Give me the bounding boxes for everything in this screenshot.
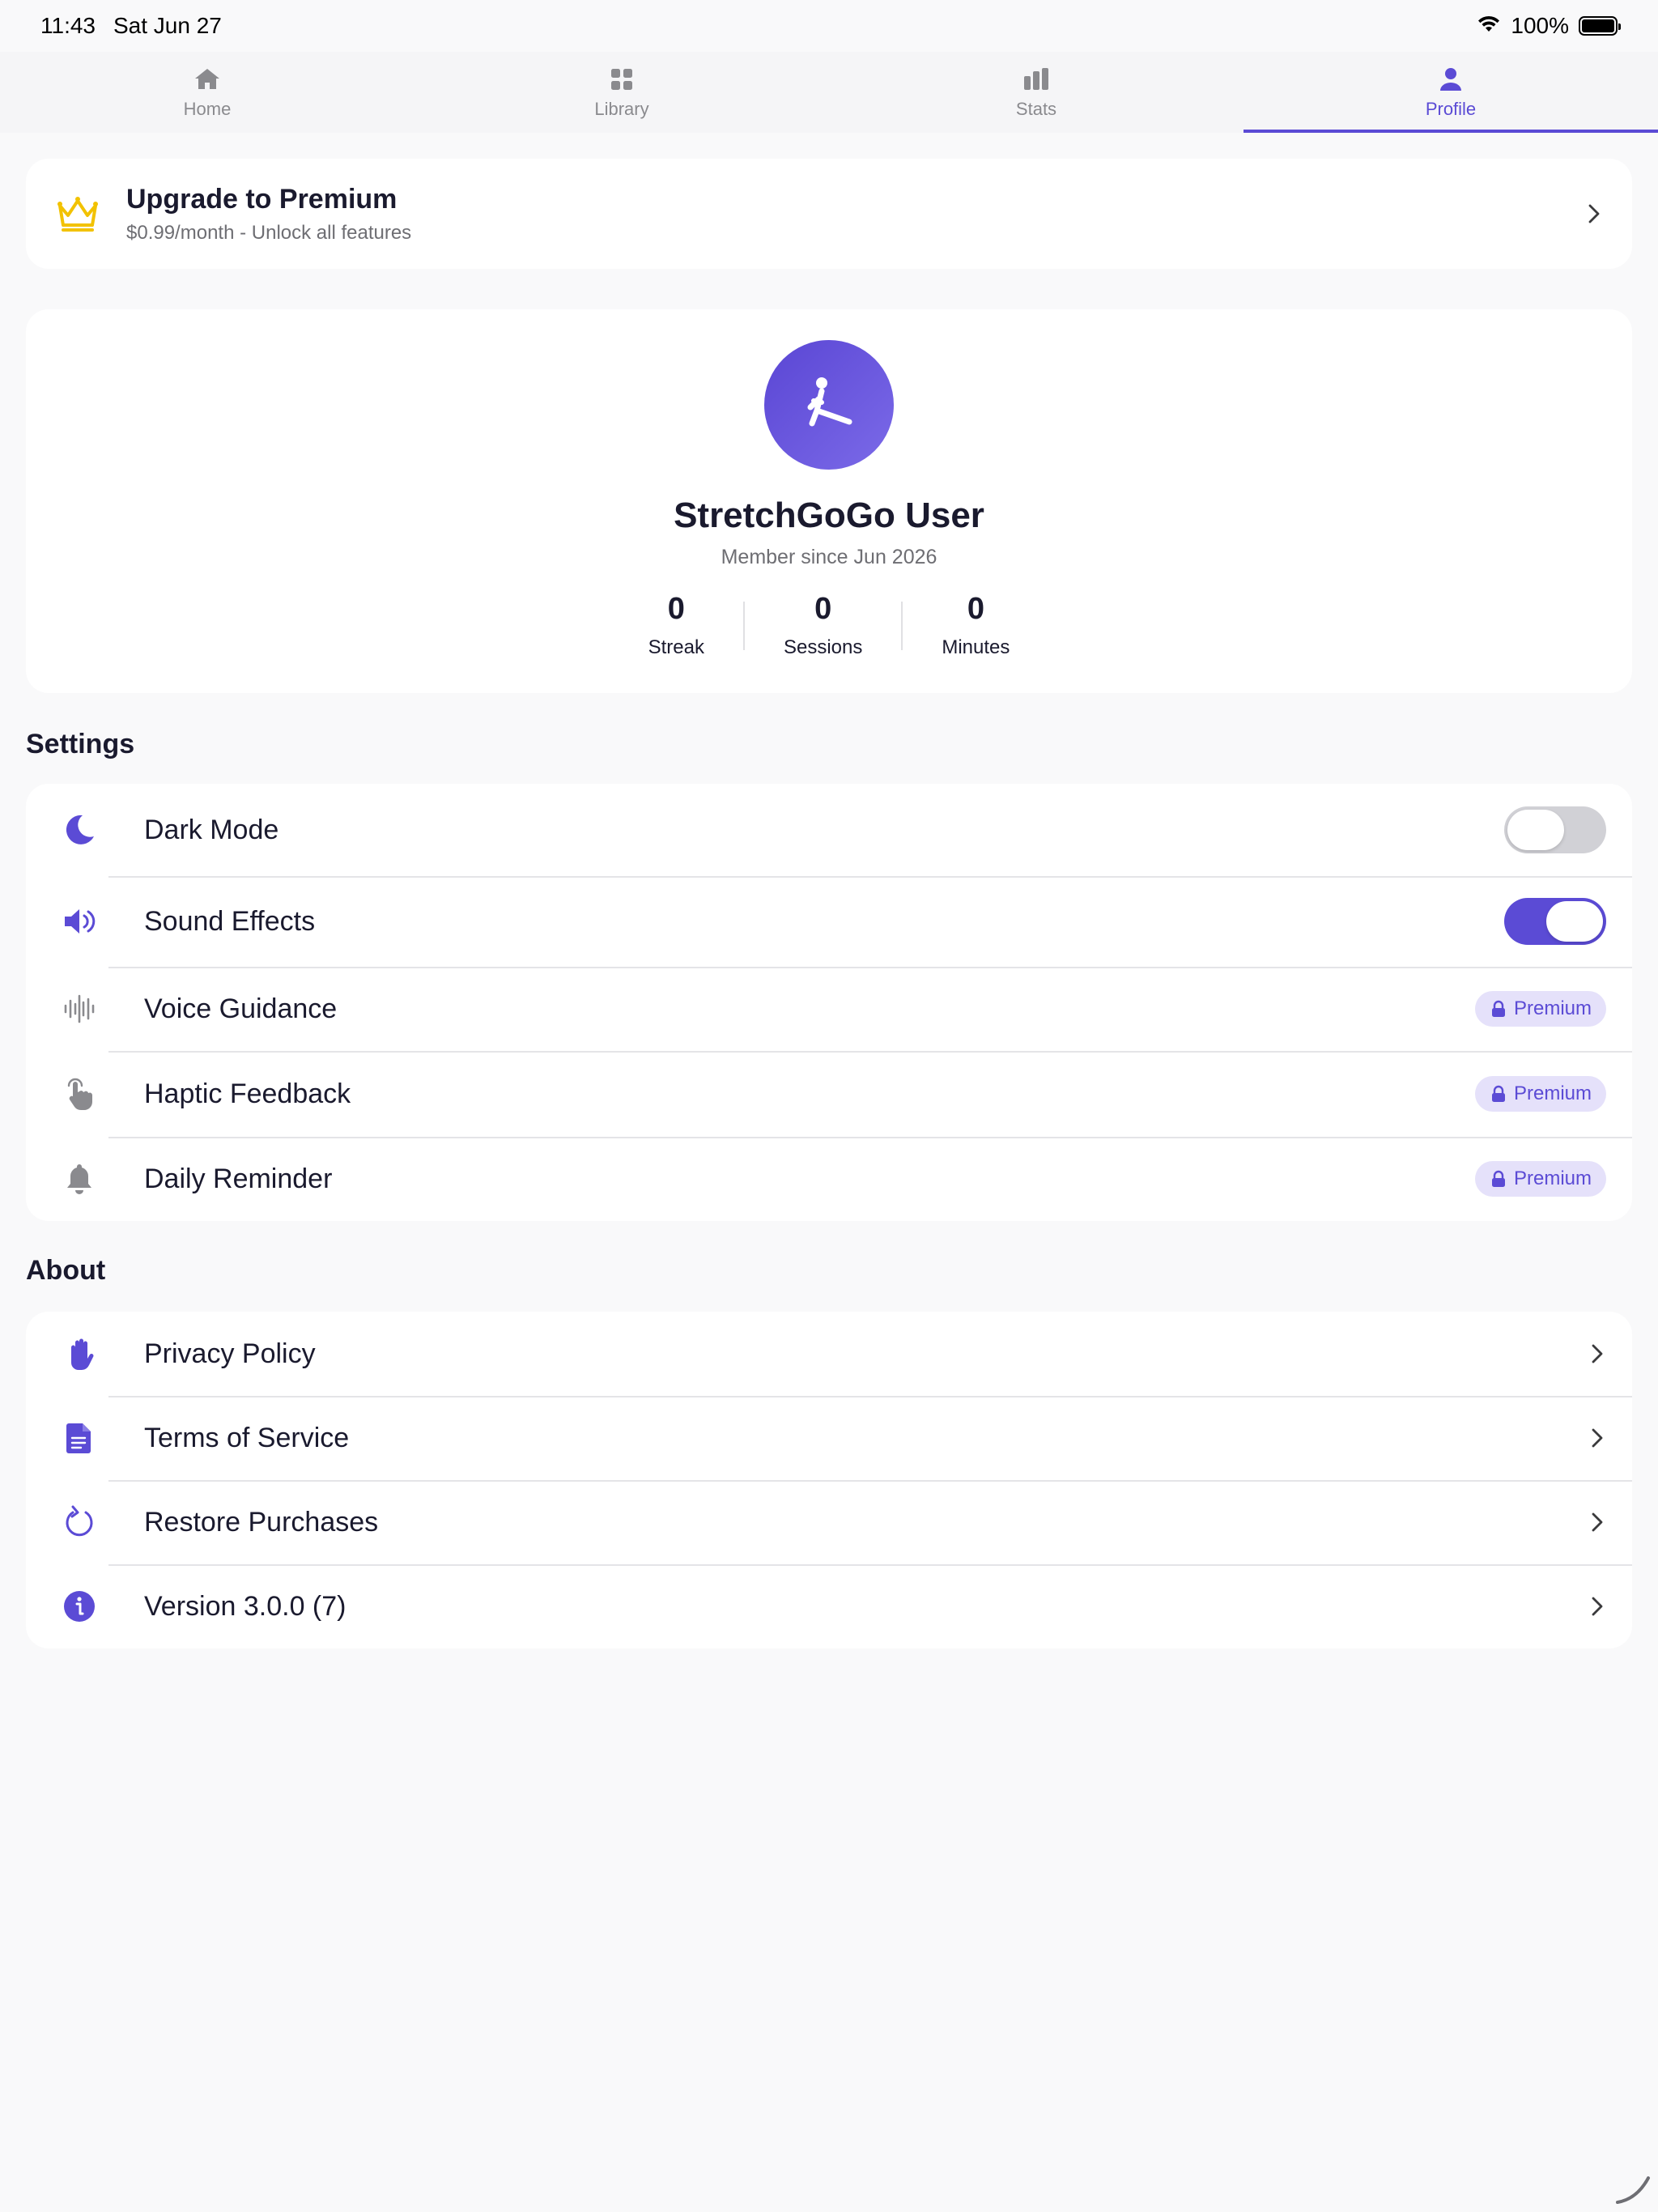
document-icon [60,1419,99,1457]
setting-label: Voice Guidance [144,993,338,1024]
stat-minutes: 0 Minutes [903,592,1048,659]
profile-screen: 11:43 Sat Jun 27 100% Home Library Stats… [0,0,1658,2212]
lock-icon [1491,1170,1505,1187]
bell-icon [60,1159,99,1198]
info-icon [60,1587,99,1626]
speaker-icon [60,902,99,941]
setting-label: Sound Effects [144,905,316,937]
settings-list: Dark Mode Sound Effects Voice Guidance P… [26,784,1632,1221]
tab-label: Library [594,99,649,119]
premium-badge: Premium [1474,1161,1606,1197]
waveform-icon [60,989,99,1028]
about-label: Version 3.0.0 (7) [144,1590,346,1622]
member-since: Member since Jun 2026 [721,546,937,568]
about-label: Terms of Service [144,1422,350,1453]
setting-row-daily-reminder[interactable]: Daily Reminder Premium [26,1137,1632,1221]
about-row-privacy-policy[interactable]: Privacy Policy [26,1312,1632,1396]
tab-home[interactable]: Home [0,52,414,133]
hand-tap-icon [60,1074,99,1113]
setting-label: Dark Mode [144,814,279,845]
stat-label: Sessions [783,636,863,658]
premium-badge-label: Premium [1513,1168,1592,1189]
setting-label: Daily Reminder [144,1163,333,1194]
setting-label: Haptic Feedback [144,1078,351,1109]
stat-streak: 0 Streak [610,592,743,659]
stat-value: 0 [667,592,685,626]
premium-badge: Premium [1474,1076,1606,1112]
battery-percent: 100% [1511,13,1569,38]
about-row-terms-of-service[interactable]: Terms of Service [26,1396,1632,1480]
setting-row-voice-guidance[interactable]: Voice Guidance Premium [26,967,1632,1051]
about-row-version[interactable]: Version 3.0.0 (7) [26,1564,1632,1648]
home-icon [195,69,219,89]
lock-icon [1491,1085,1505,1102]
corner-gesture-indicator [1616,2176,1650,2204]
status-bar: 11:43 Sat Jun 27 100% [0,0,1658,52]
tab-bar: Home Library Stats Profile [0,52,1658,133]
upgrade-title: Upgrade to Premium [126,183,397,215]
moon-icon [60,810,99,849]
status-date: Sat Jun 27 [113,13,222,38]
dark-mode-toggle[interactable] [1504,806,1606,853]
premium-badge-label: Premium [1513,998,1592,1019]
premium-badge-label: Premium [1513,1083,1592,1104]
settings-section-title: Settings [26,729,135,759]
bar-chart-icon [1024,68,1048,90]
about-label: Privacy Policy [144,1338,316,1369]
tab-label: Home [183,99,232,119]
battery-icon [1579,16,1621,36]
lock-icon [1491,1000,1505,1017]
stat-label: Minutes [942,636,1010,658]
setting-row-dark-mode[interactable]: Dark Mode [26,784,1632,876]
tab-library[interactable]: Library [414,52,829,133]
upgrade-premium-card[interactable]: Upgrade to Premium $0.99/month - Unlock … [26,159,1632,269]
avatar [764,340,894,470]
stretching-person-icon [807,377,852,427]
chevron-right-icon [1592,1512,1603,1532]
hand-raised-icon [60,1334,99,1373]
refresh-icon [60,1503,99,1542]
battery-level [1582,19,1614,32]
setting-row-haptic-feedback[interactable]: Haptic Feedback Premium [26,1051,1632,1137]
profile-name: StretchGoGo User [674,496,984,535]
stat-value: 0 [814,592,832,626]
chevron-right-icon [1592,1428,1603,1448]
chevron-right-icon [1588,204,1600,223]
person-icon [1440,68,1461,91]
stat-label: Streak [648,636,704,658]
profile-card: StretchGoGo User Member since Jun 2026 0… [26,309,1632,693]
about-list: Privacy Policy Terms of Service Restore … [26,1312,1632,1648]
stat-sessions: 0 Sessions [745,592,901,659]
crown-icon [57,197,98,232]
upgrade-subtitle: $0.99/month - Unlock all features [126,221,412,244]
sound-effects-toggle[interactable] [1504,898,1606,945]
tab-stats[interactable]: Stats [829,52,1244,133]
about-label: Restore Purchases [144,1506,379,1538]
premium-badge: Premium [1474,991,1606,1027]
status-time: 11:43 [40,13,96,38]
stats-row: 0 Streak 0 Sessions 0 Minutes [610,592,1049,659]
chevron-right-icon [1592,1597,1603,1616]
stat-value: 0 [967,592,984,626]
grid-icon [611,69,632,90]
wifi-icon [1477,13,1501,39]
tab-profile[interactable]: Profile [1244,52,1658,133]
tab-label: Stats [1015,99,1057,119]
about-section-title: About [26,1255,106,1286]
setting-row-sound-effects[interactable]: Sound Effects [26,876,1632,967]
about-row-restore-purchases[interactable]: Restore Purchases [26,1480,1632,1564]
tab-label: Profile [1425,99,1477,119]
chevron-right-icon [1592,1344,1603,1363]
